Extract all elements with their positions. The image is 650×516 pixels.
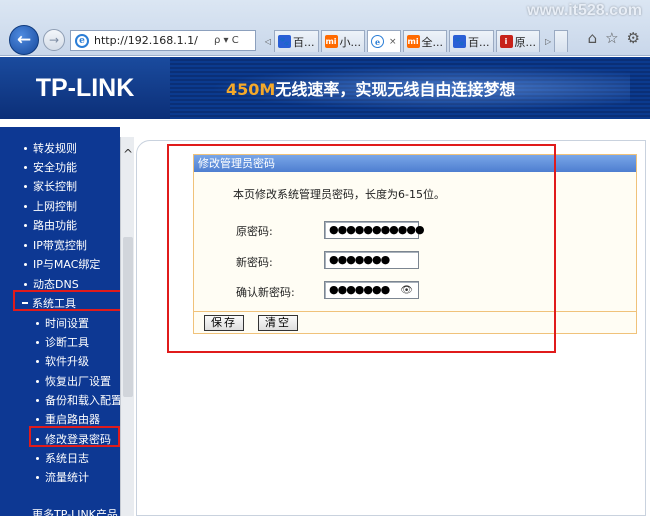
bullet-icon [24, 146, 27, 150]
slogan: 450M无线速率，实现无线自由连接梦想 [226, 76, 515, 100]
logo-area: TP-LINK [0, 57, 170, 119]
bullet-icon [36, 340, 39, 344]
highlight-password-panel [167, 144, 556, 353]
bullet-icon [24, 184, 27, 188]
highlight-system-tools [13, 290, 122, 311]
bullet-icon [36, 398, 39, 402]
tab-scroll-right-icon[interactable]: ▷ [542, 30, 554, 52]
highlight-change-password [29, 426, 120, 447]
url-text[interactable]: http://192.168.1.1/ [94, 34, 210, 47]
home-icon[interactable]: ⌂ [588, 29, 598, 47]
menu-item-backup[interactable]: 备份和载入配置 [36, 392, 122, 408]
tab-label: 百... [293, 35, 315, 49]
bullet-icon [36, 456, 39, 460]
bullet-icon [24, 223, 27, 227]
tab-3-active[interactable]: e × [367, 30, 401, 52]
browser-toolbar: www.it528.com ← → e http://192.168.1.1/ … [0, 0, 650, 56]
ie-icon: e [371, 35, 384, 48]
menu-item-access-control[interactable]: 上网控制 [24, 198, 77, 214]
tab-label: 原... [514, 35, 537, 49]
tab-label: 百... [468, 35, 490, 49]
tab-label: 小... [339, 35, 362, 49]
bullet-icon [36, 417, 39, 421]
bullet-icon [24, 282, 27, 286]
mi-icon: mi [406, 35, 420, 48]
bullet-icon [36, 359, 39, 363]
bullet-icon [36, 379, 39, 383]
menu-item-parental[interactable]: 家长控制 [24, 178, 77, 194]
star-icon[interactable]: ☆ [605, 29, 618, 47]
scroll-up-icon[interactable]: ^ [121, 147, 135, 161]
tab-label: 全... [421, 35, 444, 49]
menu-item-time[interactable]: 时间设置 [36, 315, 89, 331]
menu-item-ip-mac[interactable]: IP与MAC绑定 [24, 256, 100, 272]
tab-2[interactable]: mi 小... [320, 30, 365, 52]
address-bar[interactable]: e http://192.168.1.1/ ρ ▾ C [70, 30, 256, 51]
back-button[interactable]: ← [9, 25, 39, 55]
tab-close-icon[interactable]: × [389, 37, 397, 47]
tab-strip: ◁ 🐾 百... mi 小... e × mi 全... 🐾 百... i 原.… [262, 30, 569, 52]
tab-scroll-left-icon[interactable]: ◁ [262, 30, 274, 52]
new-tab-button[interactable] [554, 30, 569, 52]
menu-item-more-products[interactable]: 更多TP-LINK产品, [32, 506, 121, 516]
menu-item-syslog[interactable]: 系统日志 [36, 450, 89, 466]
menu-item-firmware[interactable]: 软件升级 [36, 353, 89, 369]
menu-item-factory-reset[interactable]: 恢复出厂设置 [36, 373, 111, 389]
tplink-logo: TP-LINK [35, 73, 135, 102]
arrow-right-icon: → [48, 33, 60, 47]
watermark: www.it528.com [527, 2, 642, 19]
bullet-icon [24, 262, 27, 266]
slogan-text: 无线速率，实现无线自由连接梦想 [275, 80, 516, 99]
menu-item-routing[interactable]: 路由功能 [24, 217, 77, 233]
bullet-icon [24, 243, 27, 247]
arrow-left-icon: ← [16, 30, 32, 50]
bullet-icon [24, 204, 27, 208]
mi-icon: mi [324, 35, 338, 48]
slogan-highlight: 450M [226, 80, 276, 99]
gear-icon[interactable]: ⚙ [627, 29, 640, 47]
tab-5[interactable]: 🐾 百... [449, 30, 494, 52]
bullet-icon [36, 321, 39, 325]
bullet-icon [24, 165, 27, 169]
red-i-icon: i [499, 35, 513, 48]
tab-6[interactable]: i 原... [495, 30, 541, 52]
tab-1[interactable]: 🐾 百... [274, 30, 319, 52]
scroll-thumb[interactable] [123, 237, 133, 397]
menu-item-diagnostics[interactable]: 诊断工具 [36, 334, 89, 350]
forward-button[interactable]: → [43, 29, 65, 51]
menu-item-bandwidth[interactable]: IP带宽控制 [24, 237, 87, 253]
menu-item-security[interactable]: 安全功能 [24, 159, 77, 175]
menu-item-reboot[interactable]: 重启路由器 [36, 411, 100, 427]
menu-item-forwarding[interactable]: 转发规则 [24, 140, 77, 156]
ie-icon: e [75, 33, 89, 48]
paw-icon: 🐾 [453, 35, 467, 48]
address-controls[interactable]: ρ ▾ C [214, 35, 239, 46]
tab-4[interactable]: mi 全... [402, 30, 448, 52]
browser-right-icons: ⌂ ☆ ⚙ [588, 29, 640, 47]
menu-scrollbar[interactable]: ^ [120, 137, 134, 516]
paw-icon: 🐾 [278, 35, 291, 48]
bullet-icon [36, 475, 39, 479]
menu-item-traffic[interactable]: 流量统计 [36, 469, 89, 485]
